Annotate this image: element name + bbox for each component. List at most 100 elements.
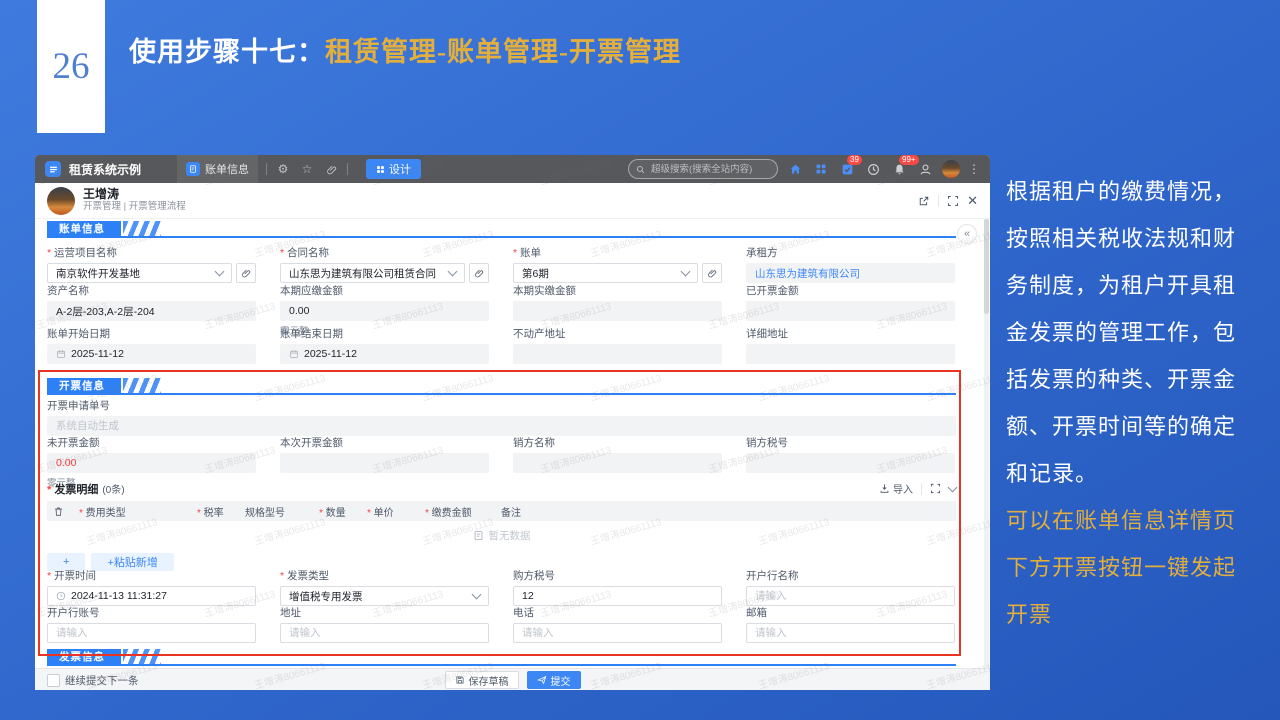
field-email: 邮箱 xyxy=(746,607,955,643)
user-avatar[interactable] xyxy=(942,160,960,178)
slide-title-highlight: 租赁管理-账单管理-开票管理 xyxy=(325,37,681,67)
field-tenant: 承租方 山东思为建筑有限公司 xyxy=(746,247,955,283)
field-invoiced-amount: 已开票金额 xyxy=(746,285,955,321)
gear-icon[interactable]: ⚙ xyxy=(275,161,291,177)
detail-address-readonly xyxy=(746,344,955,364)
field-bill-start-date: 账单开始日期 2025-11-12 xyxy=(47,328,256,364)
section-invoicing-title: 开票信息 xyxy=(47,378,121,395)
clock-icon xyxy=(56,591,66,601)
col-remark: 备注 xyxy=(495,504,956,519)
link-icon[interactable] xyxy=(323,161,339,177)
description-white: 根据租户的缴费情况，按照相关税收法规和财务制度，为租户开具租金发票的管理工作，包… xyxy=(1006,168,1248,497)
search-input[interactable] xyxy=(649,163,770,176)
save-draft-button[interactable]: 保存草稿 xyxy=(445,671,519,689)
field-this-invoice-amount: 本次开票金额 xyxy=(280,437,489,473)
col-unit-price: 单价 xyxy=(361,504,419,519)
bank-name-input[interactable] xyxy=(755,590,946,602)
paste-add-button[interactable]: +粘贴新增 xyxy=(91,553,173,571)
bill-select[interactable]: 第6期 xyxy=(513,263,698,283)
kebab-menu-icon[interactable]: ⋮ xyxy=(968,162,980,176)
chevron-down-icon[interactable] xyxy=(948,482,958,492)
paperclip-link-button[interactable] xyxy=(236,263,256,283)
design-button[interactable]: 设计 xyxy=(366,159,421,179)
empty-state: 暂无数据 xyxy=(47,521,956,549)
expand-icon[interactable] xyxy=(930,483,941,494)
asset-readonly: A-2层-203,A-2层-204 xyxy=(47,301,256,321)
chevron-down-icon xyxy=(681,267,691,277)
home-icon[interactable] xyxy=(786,160,804,178)
chevron-down-icon xyxy=(215,267,225,277)
fullscreen-icon[interactable] xyxy=(947,195,959,207)
contract-select[interactable]: 山东思为建筑有限公司租赁合同 xyxy=(280,263,465,283)
ribbon-decoration xyxy=(123,378,161,395)
project-select[interactable]: 南京软件开发基地 xyxy=(47,263,232,283)
record-user-name: 王增涛 xyxy=(83,188,186,201)
page-number: 26 xyxy=(53,45,90,88)
history-clock-icon[interactable] xyxy=(864,160,882,178)
bell-icon[interactable]: 99+ xyxy=(890,160,908,178)
buyer-tax-no-box xyxy=(513,586,722,606)
empty-text: 暂无数据 xyxy=(489,528,531,543)
global-search[interactable] xyxy=(628,159,778,179)
request-no-input xyxy=(47,416,956,436)
import-button[interactable]: 导入 xyxy=(879,481,913,496)
invoice-detail-table: 发票明细 (0条) 导入 费用类型 xyxy=(47,481,956,571)
paperclip-link-button[interactable] xyxy=(469,263,489,283)
request-no-field xyxy=(56,420,947,432)
star-icon[interactable]: ☆ xyxy=(299,161,315,177)
buyer-tax-no-input[interactable] xyxy=(522,590,713,602)
collapse-panel-button[interactable]: « xyxy=(957,224,977,244)
field-label: 地址 xyxy=(280,607,301,619)
not-invoiced-readonly: 0.00 xyxy=(47,453,256,473)
project-value: 南京软件开发基地 xyxy=(56,266,140,281)
slide-description: 根据租户的缴费情况，按照相关税收法规和财务制度，为租户开具租金发票的管理工作，包… xyxy=(1006,168,1248,638)
scrollbar-thumb[interactable] xyxy=(984,219,989,314)
section-receipt-title: 发票信息 xyxy=(47,649,121,666)
scrollbar[interactable] xyxy=(984,219,989,668)
col-fee-type: 费用类型 xyxy=(73,504,191,519)
address-box xyxy=(280,623,489,643)
field-label: 承租方 xyxy=(746,247,778,259)
field-label: 已开票金额 xyxy=(746,285,799,297)
description-gold: 可以在账单信息详情页下方开票按钮一键发起开票 xyxy=(1006,497,1248,638)
field-label: 不动产地址 xyxy=(513,328,566,340)
tab-bill-info[interactable]: 账单信息 xyxy=(177,155,258,183)
app-logo-icon[interactable] xyxy=(45,161,61,177)
email-input[interactable] xyxy=(755,627,946,639)
page-number-box: 26 xyxy=(37,0,105,133)
paperclip-link-button[interactable] xyxy=(702,263,722,283)
calendar-icon xyxy=(289,349,299,359)
col-quantity: 数量 xyxy=(313,504,361,519)
start-date-readonly: 2025-11-12 xyxy=(47,344,256,364)
share-icon[interactable] xyxy=(918,195,930,207)
close-icon[interactable]: ✕ xyxy=(967,193,978,209)
address-input[interactable] xyxy=(289,627,480,639)
detail-table-count: (0条) xyxy=(102,481,124,496)
field-label: 发票类型 xyxy=(287,570,329,582)
seller-name-readonly xyxy=(513,453,722,473)
field-operating-project: 运营项目名称 南京软件开发基地 xyxy=(47,247,256,283)
invoiced-readonly xyxy=(746,301,955,321)
trash-icon[interactable] xyxy=(47,506,73,517)
invoice-time-picker[interactable]: 2024-11-13 11:31:27 xyxy=(47,586,256,606)
invoice-type-select[interactable]: 增值税专用发票 xyxy=(280,586,489,606)
calendar-icon xyxy=(56,349,66,359)
submit-label: 提交 xyxy=(551,673,571,688)
field-contract-name: 合同名称 山东思为建筑有限公司租赁合同 xyxy=(280,247,489,283)
this-amount-readonly xyxy=(280,453,489,473)
tab-bill-info-label: 账单信息 xyxy=(205,161,249,177)
field-bill-end-date: 账单结束日期 2025-11-12 xyxy=(280,328,489,364)
todo-icon[interactable]: 39 xyxy=(838,160,856,178)
apps-grid-icon[interactable] xyxy=(812,160,830,178)
phone-input[interactable] xyxy=(522,627,713,639)
add-row-button[interactable]: + xyxy=(47,553,85,571)
submit-button[interactable]: 提交 xyxy=(527,671,581,689)
property-address-readonly xyxy=(513,344,722,364)
seller-tax-no-readonly xyxy=(746,453,955,473)
field-address: 地址 xyxy=(280,607,489,643)
field-label: 运营项目名称 xyxy=(54,247,117,259)
field-invoice-type: 发票类型 增值税专用发票 xyxy=(280,570,489,606)
user-icon[interactable] xyxy=(916,160,934,178)
bank-account-input[interactable] xyxy=(56,627,247,639)
tenant-value-link[interactable]: 山东思为建筑有限公司 xyxy=(755,266,860,281)
